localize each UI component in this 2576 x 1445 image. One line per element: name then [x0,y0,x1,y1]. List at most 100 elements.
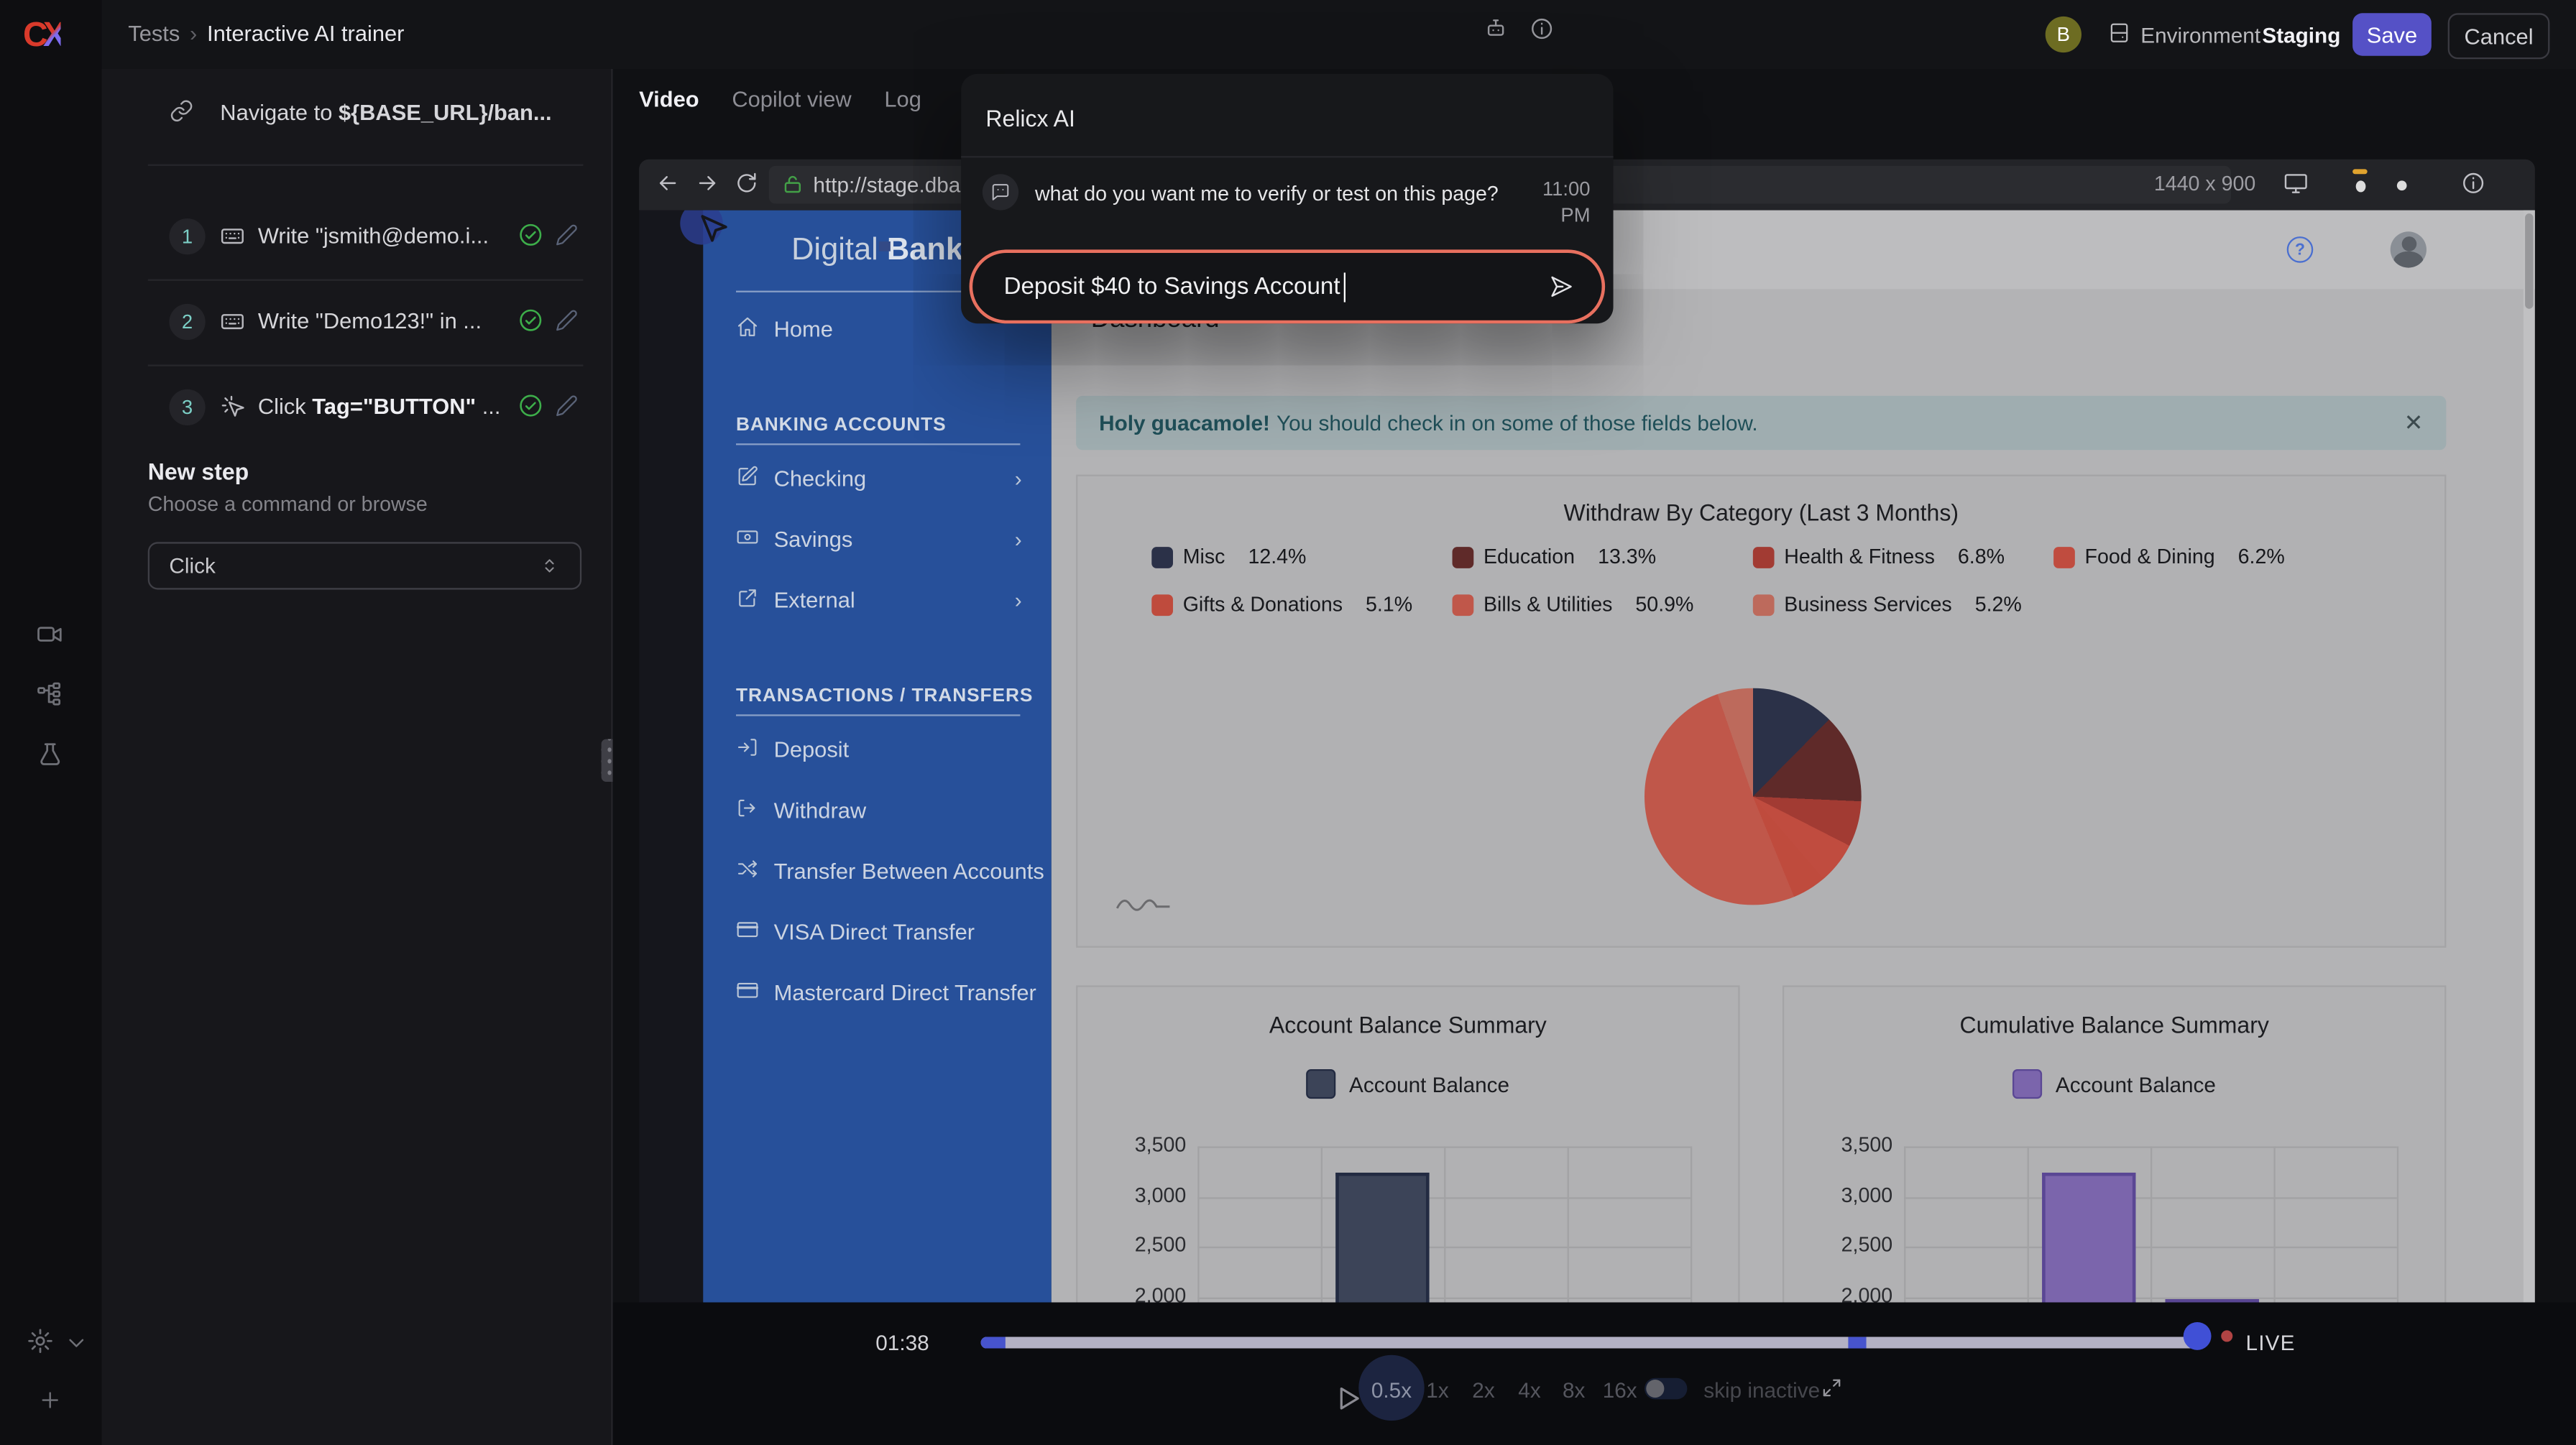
alert-close-icon[interactable]: ✕ [2404,409,2424,437]
playback-time: 01:38 [875,1330,929,1354]
nav-item-checking[interactable]: Checking› [703,461,1052,501]
step-row-1[interactable]: 1Write "jsmith@demo.i... [102,194,612,280]
nav-item-transfer-between-accounts[interactable]: Transfer Between Accounts [703,854,1052,894]
nav-item-savings[interactable]: Savings› [703,522,1052,562]
back-icon[interactable] [656,171,680,195]
speed-2x[interactable]: 2x [1472,1378,1494,1403]
speed-0.5x[interactable]: 0.5x [1371,1378,1412,1403]
legend-item[interactable]: Gifts & Donations5.1% [1151,591,1452,618]
tab-log[interactable]: Log [884,87,921,111]
tab-copilot-view[interactable]: Copilot view [732,87,851,111]
nav-item-deposit[interactable]: Deposit [703,732,1052,772]
bar[interactable] [2042,1173,2135,1302]
save-button[interactable]: Save [2352,13,2432,55]
account-balance-card: Account Balance SummaryAccount Balance3,… [1076,985,1739,1302]
cursor-icon [695,212,731,248]
bar-legend[interactable]: Account Balance [1784,1069,2444,1099]
legend-item[interactable]: Education13.3% [1453,544,1753,571]
nav-item-mastercard-direct-transfer[interactable]: Mastercard Direct Transfer [703,976,1052,1015]
help-icon[interactable] [1530,17,1554,41]
video-camera-icon[interactable] [36,621,64,649]
legend-item[interactable]: Business Services5.2% [1753,591,2053,618]
legend-swatch [1307,1069,1336,1099]
chat-bubble-icon [983,174,1018,210]
nav-item-visa-direct-transfer[interactable]: VISA Direct Transfer [703,915,1052,954]
cancel-button[interactable]: Cancel [2448,13,2550,59]
y-axis-tick: 2,000 [1798,1283,1893,1302]
bar-legend[interactable]: Account Balance [1077,1069,1738,1099]
gridline [1197,1146,1199,1302]
banking-help-icon[interactable]: ? [2287,236,2314,263]
monitor-icon[interactable] [2283,171,2308,195]
nav-item-external[interactable]: External› [703,583,1052,622]
signin-icon [736,736,759,759]
plus-icon[interactable] [38,1388,63,1412]
popup-title: Relicx AI [985,105,1075,131]
sitemap-icon[interactable] [36,680,64,708]
y-axis-tick: 2,500 [1091,1234,1187,1257]
fullscreen-icon[interactable] [1821,1376,1844,1399]
edit-pencil-icon[interactable] [556,223,579,246]
breadcrumb-separator: › [190,22,197,46]
divider [961,156,1613,157]
ai-prompt-input[interactable]: Deposit $40 to Savings Account [970,249,1606,323]
url-text[interactable]: http://stage.dba [813,172,960,197]
command-select[interactable]: Click [148,542,581,589]
step-text: Click Tag="BUTTON" ... [258,394,607,419]
refresh-icon[interactable] [735,171,759,195]
flask-icon[interactable] [36,741,64,769]
keyboard-icon [220,309,244,333]
gridline [1904,1146,1905,1302]
legend-item[interactable]: Bills & Utilities50.9% [1453,591,1753,618]
cx-logo[interactable]: CX [23,17,61,56]
speed-4x[interactable]: 4x [1518,1378,1540,1403]
legend-item[interactable]: Food & Dining6.2% [2053,544,2354,571]
info-icon[interactable] [2461,171,2485,195]
play-icon[interactable] [1339,1386,1361,1411]
pie-chart[interactable] [1644,688,1862,905]
live-dot [2221,1330,2232,1342]
legend-label: Food & Dining [2085,545,2215,568]
environment-value[interactable]: Staging [2262,23,2340,47]
alert-bold: Holy guacamole! [1099,410,1270,435]
send-icon[interactable] [1547,272,1576,300]
user-avatar[interactable]: B [2046,17,2082,52]
forward-icon[interactable] [695,171,719,195]
y-axis-tick: 3,000 [1798,1183,1893,1206]
timeline-track[interactable] [981,1337,2196,1349]
navigate-target: ${BASE_URL}/ban... [339,100,552,124]
edit-pencil-icon[interactable] [556,309,579,332]
legend-item[interactable]: Health & Fitness6.8% [1753,544,2053,571]
card-icon [736,979,759,1002]
edit-icon [736,465,759,488]
step-row-2[interactable]: 2Write "Demo123!" in ... [102,280,612,365]
video-frame[interactable]: Digital Bank HomeBANKING ACCOUNTSCheckin… [639,211,2535,1303]
skip-inactive-label[interactable]: skip inactive [1703,1378,1820,1403]
step-row-3[interactable]: 3Click Tag="BUTTON" ... [102,364,612,450]
navigate-step[interactable]: Navigate to ${BASE_URL}/ban... [220,100,598,124]
breadcrumb-tests[interactable]: Tests [128,22,180,46]
bar[interactable] [1335,1173,1429,1302]
step-number: 1 [169,218,205,254]
ai-message: what do you want me to verify or test on… [1035,183,1499,206]
scrollbar-thumb[interactable] [2525,213,2533,309]
nav-section-header: BANKING ACCOUNTS [736,415,947,435]
video-player: 01:38 LIVE 0.5x1x2x4x8x16x skip inactive [613,1303,2576,1445]
speed-16x[interactable]: 16x [1603,1378,1637,1403]
legend-item[interactable]: Misc12.4% [1151,544,1452,571]
edit-pencil-icon[interactable] [556,394,579,417]
nav-item-withdraw[interactable]: Withdraw [703,793,1052,833]
tab-video[interactable]: Video [639,87,699,111]
skip-inactive-toggle[interactable] [1644,1378,1687,1400]
gear-icon[interactable] [27,1327,55,1355]
timeline-knob[interactable] [2184,1322,2212,1350]
chevron-right-icon: › [1015,466,1022,491]
banking-main: ? Dashboard Holy guacamole! You should c… [1052,211,2535,1303]
robot-icon[interactable] [1484,17,1508,41]
speed-1x[interactable]: 1x [1426,1378,1448,1403]
banking-avatar[interactable] [2391,231,2426,267]
speed-8x[interactable]: 8x [1563,1378,1585,1403]
scrollbar[interactable] [2524,211,2535,1303]
message-timestamp: 11:00PM [1508,176,1590,228]
chevron-down-icon[interactable] [65,1332,87,1354]
